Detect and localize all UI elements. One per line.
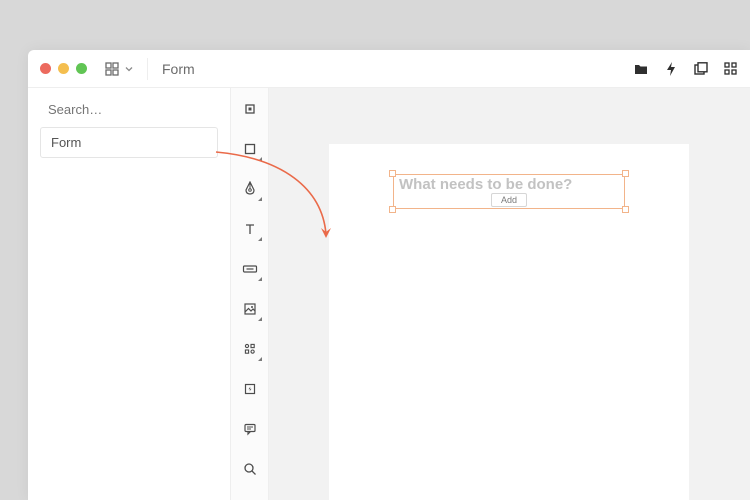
resize-handle-tr[interactable] bbox=[622, 170, 629, 177]
titlebar: Form bbox=[28, 50, 750, 88]
document-title: Form bbox=[162, 61, 195, 77]
resize-handle-bl[interactable] bbox=[389, 206, 396, 213]
resize-handle-br[interactable] bbox=[622, 206, 629, 213]
pen-icon bbox=[243, 181, 257, 197]
tool-expand-indicator bbox=[258, 157, 262, 161]
pen-tool[interactable] bbox=[237, 176, 263, 202]
form-component: What needs to be done? Add bbox=[395, 176, 623, 207]
selected-element[interactable]: What needs to be done? Add bbox=[393, 174, 625, 209]
button-tool[interactable] bbox=[237, 256, 263, 282]
zoom-tool[interactable] bbox=[237, 456, 263, 482]
form-add-button[interactable]: Add bbox=[491, 193, 527, 207]
comment-icon bbox=[243, 422, 257, 436]
action-tool[interactable] bbox=[237, 376, 263, 402]
search-field[interactable] bbox=[40, 98, 218, 127]
titlebar-actions bbox=[634, 62, 738, 76]
image-icon bbox=[243, 302, 257, 316]
zoom-window-button[interactable] bbox=[76, 63, 87, 74]
text-tool[interactable] bbox=[237, 216, 263, 242]
chevron-down-icon bbox=[125, 65, 133, 73]
form-placeholder-text: What needs to be done? bbox=[395, 176, 623, 193]
grid-icon bbox=[105, 62, 119, 76]
select-tool[interactable] bbox=[237, 96, 263, 122]
rectangle-icon bbox=[243, 142, 257, 156]
canvas[interactable]: What needs to be done? Add bbox=[269, 88, 750, 500]
tool-expand-indicator bbox=[258, 357, 262, 361]
app-body: Form bbox=[28, 88, 750, 500]
button-icon bbox=[242, 263, 258, 275]
tool-expand-indicator bbox=[258, 277, 262, 281]
tool-expand-indicator bbox=[258, 237, 262, 241]
stack-icon bbox=[243, 342, 257, 356]
stack-tool[interactable] bbox=[237, 336, 263, 362]
text-icon bbox=[243, 222, 257, 236]
components-icon[interactable] bbox=[724, 62, 738, 76]
divider bbox=[147, 58, 148, 80]
folder-icon[interactable] bbox=[634, 62, 648, 76]
sidebar-item-form[interactable]: Form bbox=[40, 127, 218, 158]
minimize-window-button[interactable] bbox=[58, 63, 69, 74]
app-window: Form bbox=[28, 50, 750, 500]
magnifier-icon bbox=[243, 462, 257, 476]
left-sidebar: Form bbox=[28, 88, 231, 500]
comment-tool[interactable] bbox=[237, 416, 263, 442]
duplicate-icon[interactable] bbox=[694, 62, 708, 76]
lightning-icon[interactable] bbox=[664, 62, 678, 76]
window-controls bbox=[40, 63, 87, 74]
sidebar-item-label: Form bbox=[51, 135, 81, 150]
close-window-button[interactable] bbox=[40, 63, 51, 74]
rectangle-tool[interactable] bbox=[237, 136, 263, 162]
tool-expand-indicator bbox=[258, 317, 262, 321]
tool-rail bbox=[231, 88, 269, 500]
action-icon bbox=[243, 382, 257, 396]
select-icon bbox=[243, 102, 257, 116]
view-switcher[interactable] bbox=[105, 62, 133, 76]
tool-expand-indicator bbox=[258, 197, 262, 201]
search-input[interactable] bbox=[48, 102, 224, 117]
image-tool[interactable] bbox=[237, 296, 263, 322]
